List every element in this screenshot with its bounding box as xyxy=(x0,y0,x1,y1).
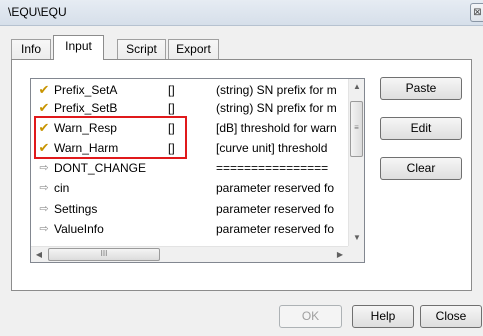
list-item[interactable]: ⇨ Settings parameter reserved fo xyxy=(31,201,349,217)
param-name: cin xyxy=(54,181,70,195)
check-icon: ✔ xyxy=(38,140,50,155)
param-description: (string) SN prefix for m xyxy=(216,101,337,115)
tab-script[interactable]: Script xyxy=(117,39,166,60)
param-name: ValueInfo xyxy=(54,222,104,236)
param-description: (string) SN prefix for m xyxy=(216,83,337,97)
param-name: Warn_Resp xyxy=(54,121,117,135)
param-name: Settings xyxy=(54,202,98,216)
list-item[interactable]: ✔ Prefix_SetA [] (string) SN prefix for … xyxy=(31,82,349,98)
param-value: [] xyxy=(168,83,175,97)
vertical-scrollbar[interactable]: ▲ ≡ ▼ xyxy=(348,79,364,246)
edit-button[interactable]: Edit xyxy=(380,117,462,140)
list-item[interactable]: ✔ Prefix_SetB [] (string) SN prefix for … xyxy=(31,100,349,116)
param-description: parameter reserved fo xyxy=(216,181,335,195)
param-description: [curve unit] threshold xyxy=(216,141,328,155)
tab-input[interactable]: Input xyxy=(53,35,104,60)
horizontal-scrollbar[interactable]: ◀ III ▶ xyxy=(31,246,348,262)
clear-button[interactable]: Clear xyxy=(380,157,462,180)
check-icon: ✔ xyxy=(38,82,50,97)
scrollbar-corner xyxy=(348,246,364,262)
param-value: [] xyxy=(168,141,175,155)
title-bar: \EQU\EQU ⊠ xyxy=(0,0,483,26)
parameter-list[interactable]: ✔ Prefix_SetA [] (string) SN prefix for … xyxy=(30,78,365,263)
param-description: [dB] threshold for warn xyxy=(216,121,337,135)
scroll-up-icon[interactable]: ▲ xyxy=(349,79,364,95)
arrow-right-icon: ⇨ xyxy=(39,162,49,174)
param-description: ================ xyxy=(216,161,329,175)
horizontal-scroll-thumb[interactable]: III xyxy=(48,248,160,261)
check-icon: ✔ xyxy=(38,120,50,135)
param-value: [] xyxy=(168,121,175,135)
list-item[interactable]: ⇨ DONT_CHANGE ================ xyxy=(31,160,349,176)
param-description: parameter reserved fo xyxy=(216,222,335,236)
close-window-button[interactable]: ⊠ xyxy=(470,3,483,22)
param-name: Warn_Harm xyxy=(54,141,119,155)
arrow-right-icon: ⇨ xyxy=(39,203,49,215)
arrow-right-icon: ⇨ xyxy=(39,223,49,235)
paste-button[interactable]: Paste xyxy=(380,77,462,100)
help-button[interactable]: Help xyxy=(352,305,414,328)
scroll-right-icon[interactable]: ▶ xyxy=(332,247,348,262)
scroll-left-icon[interactable]: ◀ xyxy=(31,247,47,262)
ok-button[interactable]: OK xyxy=(279,305,342,328)
param-name: Prefix_SetB xyxy=(54,101,118,115)
close-button[interactable]: Close xyxy=(420,305,482,328)
check-icon: ✔ xyxy=(38,100,50,115)
tab-export[interactable]: Export xyxy=(168,39,219,60)
scroll-down-icon[interactable]: ▼ xyxy=(349,230,364,246)
vertical-scroll-thumb[interactable]: ≡ xyxy=(350,101,363,157)
arrow-right-icon: ⇨ xyxy=(39,182,49,194)
list-item[interactable]: ✔ Warn_Harm [] [curve unit] threshold xyxy=(31,140,349,156)
param-name: Prefix_SetA xyxy=(54,83,118,97)
param-value: [] xyxy=(168,101,175,115)
list-item[interactable]: ⇨ cin parameter reserved fo xyxy=(31,180,349,196)
list-item[interactable]: ⇨ ValueInfo parameter reserved fo xyxy=(31,221,349,237)
tab-info[interactable]: Info xyxy=(11,39,51,60)
param-description: parameter reserved fo xyxy=(216,202,335,216)
param-name: DONT_CHANGE xyxy=(54,161,147,175)
list-item[interactable]: ✔ Warn_Resp [] [dB] threshold for warn xyxy=(31,120,349,136)
window-title: \EQU\EQU xyxy=(8,5,67,19)
